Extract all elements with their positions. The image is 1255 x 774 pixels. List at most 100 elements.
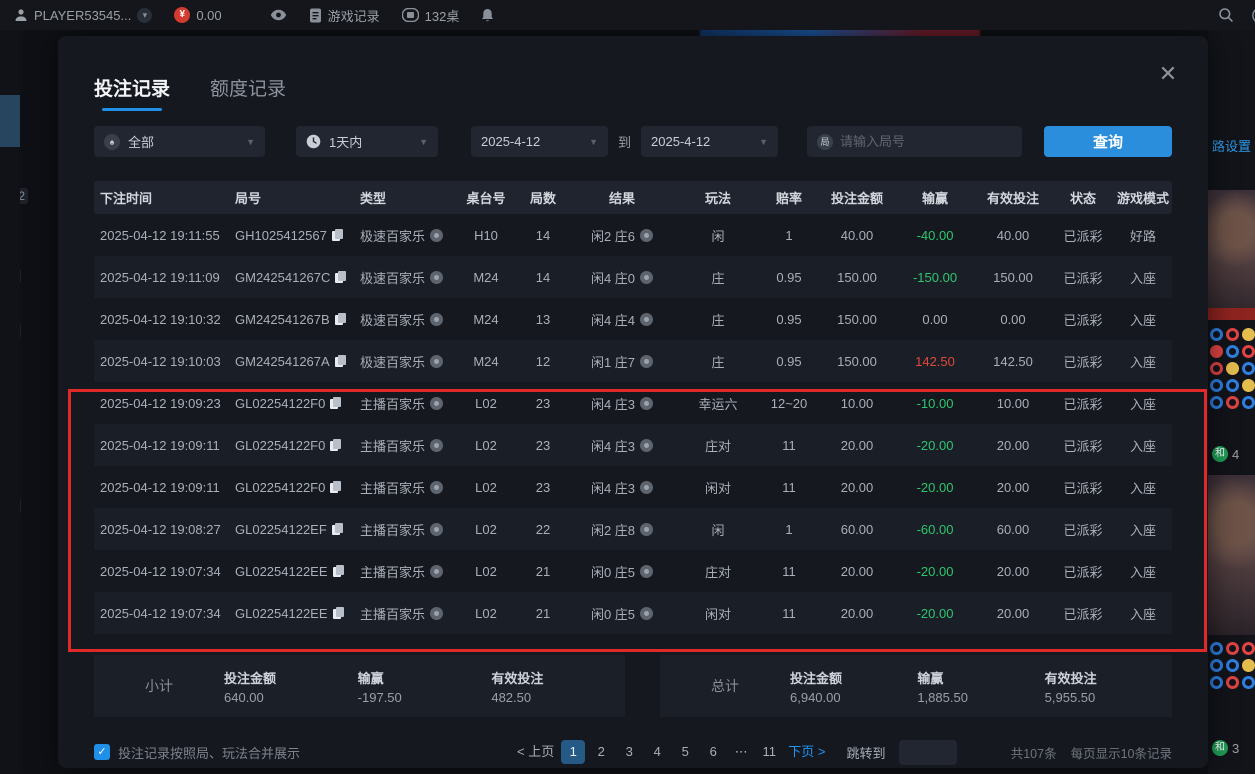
copy-icon[interactable] bbox=[333, 565, 345, 578]
copy-icon[interactable] bbox=[330, 397, 342, 410]
sidebar-active-item[interactable] bbox=[0, 95, 20, 147]
cell-amount: 150.00 bbox=[818, 270, 896, 285]
cell-time: 2025-04-12 19:10:32 bbox=[94, 312, 229, 327]
info-icon[interactable] bbox=[430, 523, 443, 536]
column-header: 结果 bbox=[568, 188, 676, 207]
tab-credit-records[interactable]: 额度记录 bbox=[210, 74, 286, 111]
cell-wl: -10.00 bbox=[896, 396, 974, 411]
cell-status: 已派彩 bbox=[1052, 436, 1114, 455]
roadmap-dot bbox=[1242, 328, 1255, 341]
page-button[interactable]: 1 bbox=[561, 740, 585, 764]
tables-count[interactable]: 132桌 bbox=[402, 6, 460, 25]
cell-tno: L02 bbox=[454, 564, 518, 579]
copy-icon[interactable] bbox=[330, 439, 342, 452]
cell-status: 已派彩 bbox=[1052, 310, 1114, 329]
info-icon[interactable] bbox=[430, 355, 443, 368]
cell-round: GL02254122EF bbox=[229, 522, 354, 537]
tie-count-badge: 和 3 bbox=[1212, 740, 1239, 756]
cell-type: 极速百家乐 bbox=[354, 268, 454, 287]
game-type-dropdown[interactable]: ♠ 全部 ▼ bbox=[94, 126, 265, 157]
close-icon[interactable]: ✕ bbox=[1156, 62, 1180, 86]
table-body: 2025-04-12 19:11:55GH1025412567极速百家乐H101… bbox=[94, 214, 1172, 634]
game-records-link[interactable]: 游戏记录 bbox=[309, 6, 380, 25]
merge-checkbox[interactable]: ✓ bbox=[94, 744, 110, 760]
copy-icon[interactable] bbox=[333, 607, 345, 620]
cell-mode: 入座 bbox=[1114, 268, 1172, 287]
cell-amount: 10.00 bbox=[818, 396, 896, 411]
copy-icon[interactable] bbox=[332, 229, 344, 242]
player-account[interactable]: PLAYER53545... ▾ bbox=[14, 8, 152, 23]
cell-amount: 150.00 bbox=[818, 312, 896, 327]
cell-rounds: 22 bbox=[518, 522, 568, 537]
notifications[interactable] bbox=[481, 8, 494, 23]
copy-icon[interactable] bbox=[335, 313, 347, 326]
result-detail-icon[interactable] bbox=[640, 313, 653, 326]
info-icon[interactable] bbox=[430, 229, 443, 242]
cell-round: GH1025412567 bbox=[229, 228, 354, 243]
result-detail-icon[interactable] bbox=[640, 397, 653, 410]
toggle-balance-visibility[interactable] bbox=[270, 9, 287, 21]
result-detail-icon[interactable] bbox=[640, 229, 653, 242]
cell-play: 庄 bbox=[676, 268, 760, 287]
cell-type: 主播百家乐 bbox=[354, 394, 454, 413]
cell-play: 庄对 bbox=[676, 436, 760, 455]
roadmap-dot bbox=[1242, 659, 1255, 672]
cell-amount: 20.00 bbox=[818, 606, 896, 621]
betting-records-modal: ✕ 投注记录 额度记录 ♠ 全部 ▼ 1天内 ▼ 2025-4-12 ▼ 到 bbox=[58, 36, 1208, 768]
info-icon[interactable] bbox=[430, 439, 443, 452]
roadmap-dot bbox=[1210, 396, 1223, 409]
date-from-dropdown[interactable]: 2025-4-12 ▼ bbox=[471, 126, 608, 157]
page-button[interactable]: 6 bbox=[701, 740, 725, 764]
time-range-dropdown[interactable]: 1天内 ▼ bbox=[296, 126, 438, 157]
result-detail-icon[interactable] bbox=[640, 439, 653, 452]
page-button[interactable]: 3 bbox=[617, 740, 641, 764]
roadmap-dot bbox=[1226, 379, 1239, 392]
cell-time: 2025-04-12 19:07:34 bbox=[94, 606, 229, 621]
cell-valid: 20.00 bbox=[974, 606, 1052, 621]
jump-to-input[interactable] bbox=[899, 740, 957, 765]
info-icon[interactable] bbox=[430, 607, 443, 620]
dealer-video-thumbnail[interactable] bbox=[1208, 475, 1255, 635]
result-detail-icon[interactable] bbox=[640, 481, 653, 494]
total-count: 共107条 bbox=[1011, 743, 1057, 762]
copy-icon[interactable] bbox=[335, 271, 347, 284]
result-detail-icon[interactable] bbox=[640, 271, 653, 284]
bell-icon bbox=[481, 8, 494, 23]
query-button[interactable]: 查询 bbox=[1044, 126, 1172, 157]
result-detail-icon[interactable] bbox=[640, 523, 653, 536]
prev-page-button[interactable]: < 上页 bbox=[514, 740, 557, 764]
chevron-down-icon[interactable]: ▾ bbox=[137, 8, 152, 23]
dealer-video-thumbnail[interactable] bbox=[1208, 190, 1255, 320]
info-icon[interactable] bbox=[430, 565, 443, 578]
result-detail-icon[interactable] bbox=[640, 565, 653, 578]
info-icon[interactable] bbox=[430, 313, 443, 326]
roadmap-dot bbox=[1210, 659, 1223, 672]
info-icon[interactable] bbox=[430, 397, 443, 410]
cell-status: 已派彩 bbox=[1052, 520, 1114, 539]
page-button[interactable]: 11 bbox=[757, 740, 781, 764]
balance[interactable]: ¥ 0.00 bbox=[174, 7, 221, 23]
info-icon[interactable] bbox=[430, 271, 443, 284]
next-page-button[interactable]: 下页 > bbox=[785, 740, 828, 764]
page-button[interactable]: 4 bbox=[645, 740, 669, 764]
cell-round: GL02254122F0 bbox=[229, 438, 354, 453]
page-button[interactable]: 5 bbox=[673, 740, 697, 764]
roadmap-dot bbox=[1242, 396, 1255, 409]
cell-mode: 入座 bbox=[1114, 478, 1172, 497]
copy-icon[interactable] bbox=[332, 523, 344, 536]
date-to-dropdown[interactable]: 2025-4-12 ▼ bbox=[641, 126, 778, 157]
result-detail-icon[interactable] bbox=[640, 355, 653, 368]
search-icon[interactable] bbox=[1218, 7, 1234, 23]
round-search-input[interactable] bbox=[840, 134, 1016, 149]
subtotal-label: 小计 bbox=[94, 676, 224, 696]
total-valid-header: 有效投注 bbox=[1045, 668, 1172, 687]
copy-icon[interactable] bbox=[330, 481, 342, 494]
info-icon[interactable] bbox=[430, 481, 443, 494]
result-detail-icon[interactable] bbox=[640, 607, 653, 620]
copy-icon[interactable] bbox=[335, 355, 347, 368]
cell-status: 已派彩 bbox=[1052, 352, 1114, 371]
caret-down-icon: ▼ bbox=[246, 137, 255, 147]
tab-betting-records[interactable]: 投注记录 bbox=[94, 74, 170, 111]
page-button[interactable]: 2 bbox=[589, 740, 613, 764]
road-settings-label[interactable]: 路设置 bbox=[1212, 136, 1251, 155]
